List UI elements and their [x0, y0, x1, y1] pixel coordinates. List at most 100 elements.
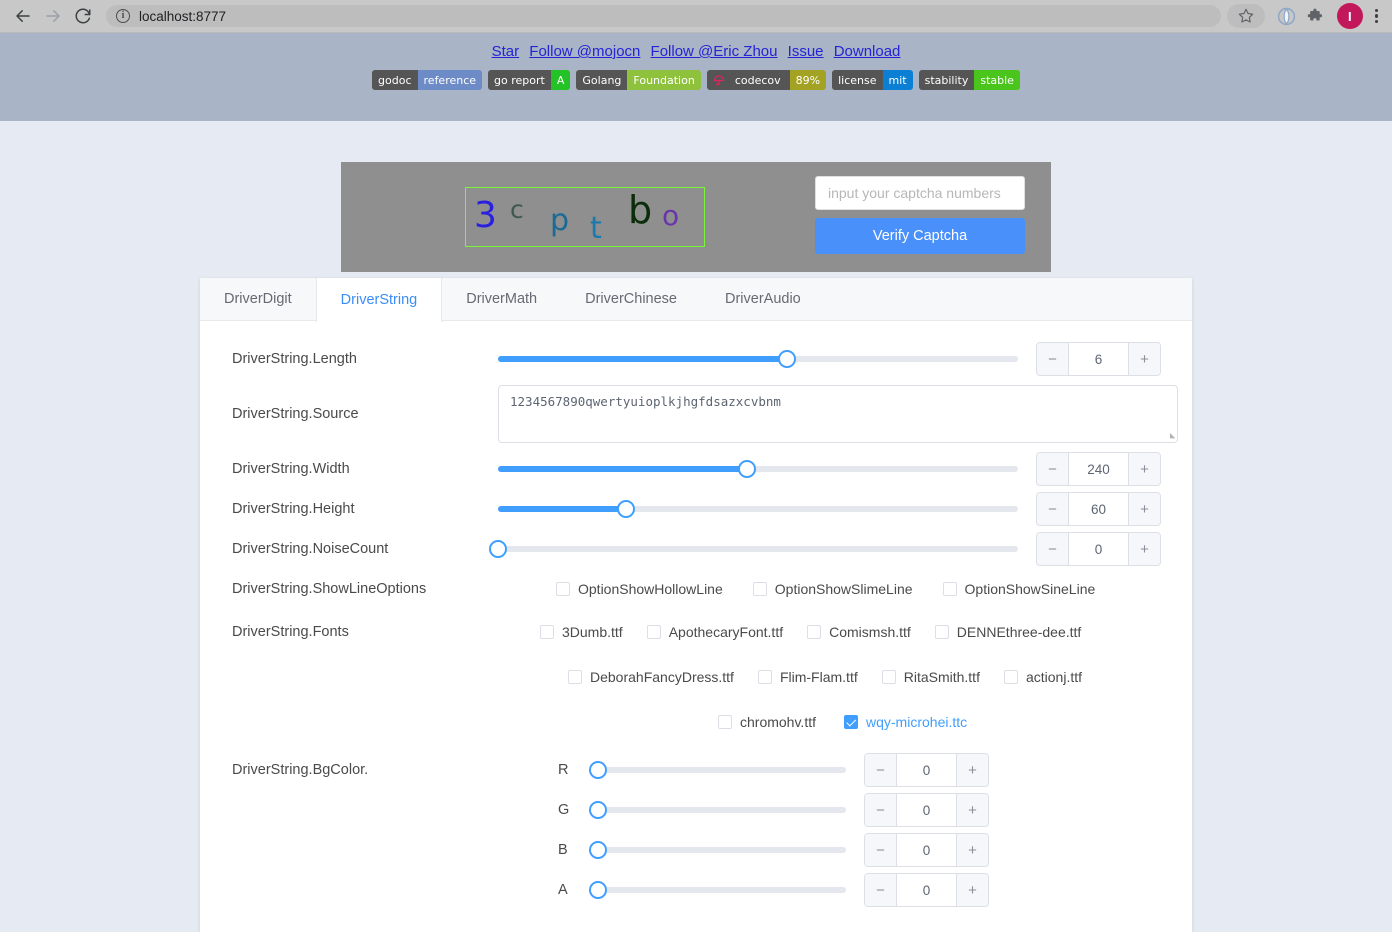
checkbox-optionshowslimeline[interactable]: OptionShowSlimeLine	[752, 581, 913, 597]
slider-noisecount[interactable]	[489, 540, 1018, 558]
slider-bgcolor-r[interactable]	[589, 761, 846, 779]
stepper-value[interactable]: 0	[1069, 533, 1128, 565]
stepper-bgcolor-b[interactable]: − 0 +	[864, 833, 989, 867]
slider-knob[interactable]	[777, 350, 796, 368]
stepper-value[interactable]: 0	[897, 834, 956, 866]
slider-width[interactable]	[498, 460, 1018, 478]
checkbox-optionshowsineline[interactable]: OptionShowSineLine	[942, 581, 1095, 597]
checkbox-box[interactable]	[718, 714, 732, 729]
tab-driverstring[interactable]: DriverString	[315, 278, 443, 322]
forward-button[interactable]	[38, 1, 68, 31]
stepper-increment[interactable]: +	[1128, 493, 1160, 525]
checkbox-box[interactable]	[540, 624, 554, 639]
checkbox-box[interactable]	[881, 669, 896, 684]
resize-grip-icon[interactable]: ◢	[1170, 431, 1175, 441]
checkbox-font-comismsh[interactable]: Comismsh.ttf	[807, 624, 911, 640]
header-link-follow-mojocn[interactable]: Follow @mojocn	[529, 43, 640, 60]
checkbox-box[interactable]	[556, 582, 570, 596]
stepper-bgcolor-r[interactable]: − 0 +	[864, 753, 989, 787]
badge-codecov[interactable]: codecov 89%	[706, 70, 827, 90]
checkbox-box[interactable]	[807, 624, 822, 639]
extension-a-button[interactable]	[1273, 2, 1301, 30]
badge-godoc[interactable]: godoc reference	[372, 70, 483, 90]
captcha-image[interactable]: 3 c p t b o	[465, 187, 705, 247]
checkbox-font-apothecaryfont[interactable]: ApothecaryFont.ttf	[646, 624, 783, 640]
stepper-bgcolor-a[interactable]: − 0 +	[864, 873, 989, 907]
stepper-increment[interactable]: +	[1128, 453, 1160, 485]
badge-go-report[interactable]: go report A	[488, 70, 571, 90]
tab-driverchinese[interactable]: DriverChinese	[561, 278, 701, 320]
stepper-value[interactable]: 0	[897, 754, 956, 786]
tab-driveraudio[interactable]: DriverAudio	[701, 278, 825, 320]
address-bar[interactable]: i localhost:8777	[106, 5, 1221, 27]
stepper-value[interactable]: 240	[1069, 453, 1128, 485]
stepper-increment[interactable]: +	[956, 874, 988, 906]
back-button[interactable]	[8, 1, 38, 31]
stepper-decrement[interactable]: −	[865, 794, 897, 826]
stepper-decrement[interactable]: −	[865, 834, 897, 866]
header-link-issue[interactable]: Issue	[788, 43, 824, 60]
checkbox-box[interactable]	[844, 714, 858, 729]
slider-height[interactable]	[498, 500, 1018, 518]
stepper-length[interactable]: − 6 +	[1036, 342, 1161, 376]
checkbox-font-flim-flam[interactable]: Flim-Flam.ttf	[757, 669, 858, 685]
stepper-bgcolor-g[interactable]: − 0 +	[864, 793, 989, 827]
stepper-value[interactable]: 60	[1069, 493, 1128, 525]
checkbox-font-wqy-microhei[interactable]: wqy-microhei.ttc	[844, 714, 967, 730]
checkbox-font-3dumb[interactable]: 3Dumb.ttf	[540, 624, 623, 640]
stepper-height[interactable]: − 60 +	[1036, 492, 1161, 526]
stepper-increment[interactable]: +	[956, 794, 988, 826]
slider-length[interactable]	[498, 350, 1018, 368]
badge-golang-foundation[interactable]: Golang Foundation	[576, 70, 701, 90]
checkbox-optionshowhollowline[interactable]: OptionShowHollowLine	[556, 581, 723, 597]
slider-knob[interactable]	[617, 500, 636, 518]
stepper-decrement[interactable]: −	[1037, 453, 1069, 485]
verify-captcha-button[interactable]: Verify Captcha	[815, 218, 1025, 254]
checkbox-box[interactable]	[942, 582, 957, 596]
tab-drivermath[interactable]: DriverMath	[442, 278, 561, 320]
slider-knob[interactable]	[737, 460, 756, 478]
checkbox-box[interactable]	[752, 582, 767, 596]
checkbox-box[interactable]	[646, 624, 661, 639]
stepper-decrement[interactable]: −	[865, 874, 897, 906]
tab-driverdigit[interactable]: DriverDigit	[200, 278, 316, 320]
bookmark-button[interactable]	[1226, 4, 1265, 28]
stepper-width[interactable]: − 240 +	[1036, 452, 1161, 486]
slider-knob[interactable]	[589, 881, 607, 899]
slider-knob[interactable]	[589, 801, 607, 819]
source-textarea[interactable]: 1234567890qwertyuioplkjhgfdsazxcvbnm ◢	[498, 385, 1178, 443]
reload-button[interactable]	[68, 1, 98, 31]
extensions-button[interactable]	[1303, 2, 1331, 30]
profile-avatar[interactable]: I	[1336, 3, 1363, 29]
captcha-input[interactable]: input your captcha numbers	[815, 176, 1025, 210]
header-link-follow-eric[interactable]: Follow @Eric Zhou	[651, 43, 778, 60]
stepper-decrement[interactable]: −	[1037, 533, 1069, 565]
header-link-download[interactable]: Download	[834, 43, 901, 60]
stepper-increment[interactable]: +	[956, 834, 988, 866]
stepper-value[interactable]: 6	[1069, 343, 1128, 375]
stepper-decrement[interactable]: −	[1037, 343, 1069, 375]
stepper-noisecount[interactable]: − 0 +	[1036, 532, 1161, 566]
checkbox-box[interactable]	[757, 669, 772, 684]
stepper-decrement[interactable]: −	[865, 754, 897, 786]
checkbox-font-actionj[interactable]: actionj.ttf	[1003, 669, 1082, 685]
checkbox-font-dennethree-dee[interactable]: DENNEthree-dee.ttf	[934, 624, 1081, 640]
stepper-value[interactable]: 0	[897, 874, 956, 906]
badge-license[interactable]: license mit	[832, 70, 913, 90]
checkbox-font-ritasmith[interactable]: RitaSmith.ttf	[881, 669, 980, 685]
stepper-increment[interactable]: +	[956, 754, 988, 786]
stepper-increment[interactable]: +	[1128, 343, 1160, 375]
header-link-star[interactable]: Star	[492, 43, 520, 60]
stepper-value[interactable]: 0	[897, 794, 956, 826]
slider-bgcolor-g[interactable]	[589, 801, 846, 819]
checkbox-box[interactable]	[1003, 669, 1018, 684]
slider-knob[interactable]	[589, 841, 607, 859]
badge-stability[interactable]: stability stable	[918, 70, 1020, 90]
slider-bgcolor-b[interactable]	[589, 841, 846, 859]
checkbox-box[interactable]	[934, 624, 949, 639]
checkbox-font-deborahfancydress[interactable]: DeborahFancyDress.ttf	[568, 669, 734, 685]
slider-bgcolor-a[interactable]	[589, 881, 846, 899]
info-icon[interactable]: i	[116, 9, 130, 23]
checkbox-box[interactable]	[568, 669, 582, 684]
slider-knob[interactable]	[589, 761, 607, 779]
